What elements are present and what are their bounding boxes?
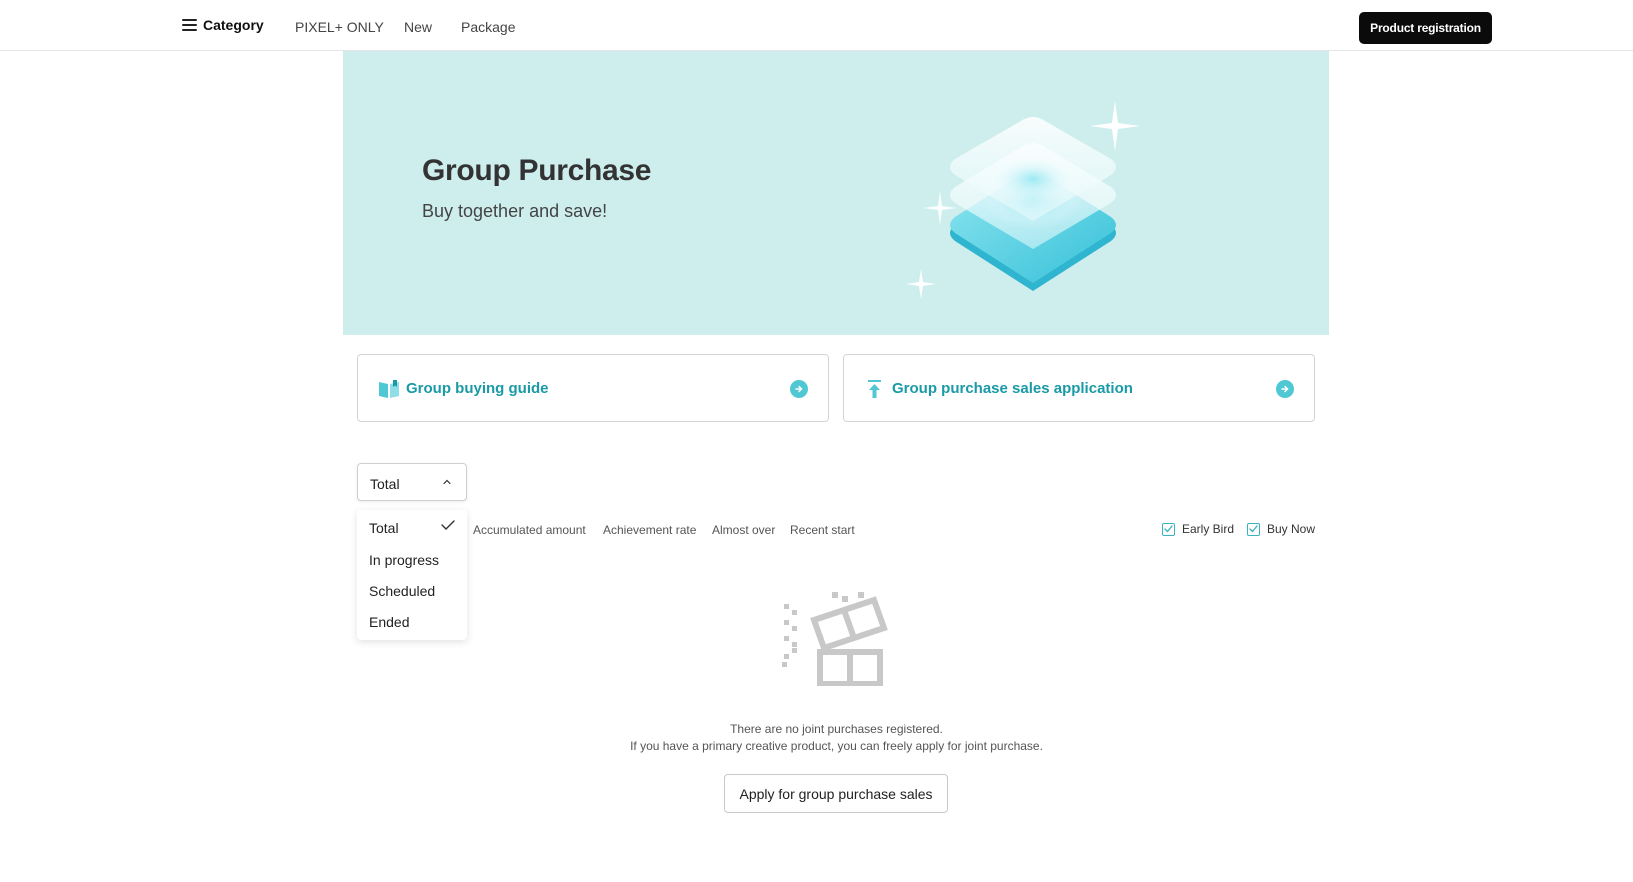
book-icon — [379, 380, 399, 398]
dropdown-option-scheduled[interactable]: Scheduled — [369, 583, 435, 599]
stacked-layers-illustration — [906, 101, 1140, 299]
group-buying-guide-card[interactable]: Group buying guide — [357, 354, 829, 422]
empty-gift-box-icon — [782, 592, 888, 686]
top-navigation-bar: Category PIXEL+ ONLY New Package Product… — [0, 0, 1633, 51]
empty-message-line-2: If you have a primary creative product, … — [630, 739, 1043, 753]
hamburger-icon — [182, 19, 197, 31]
apply-group-purchase-sales-button[interactable]: Apply for group purchase sales — [724, 774, 948, 813]
sort-almost-over[interactable]: Almost over — [712, 523, 775, 537]
empty-message-line-1: There are no joint purchases registered. — [730, 722, 943, 736]
product-registration-button[interactable]: Product registration — [1359, 12, 1492, 44]
early-bird-checkbox[interactable]: Early Bird — [1162, 522, 1234, 536]
sort-accumulated-amount[interactable]: Accumulated amount — [473, 523, 586, 537]
group-purchase-sales-application-card[interactable]: Group purchase sales application — [843, 354, 1315, 422]
nav-link-pixel-plus-only[interactable]: PIXEL+ ONLY — [295, 19, 384, 35]
group-buying-guide-label: Group buying guide — [406, 380, 549, 397]
chevron-up-icon — [443, 479, 451, 485]
group-purchase-sales-application-label: Group purchase sales application — [892, 380, 1133, 397]
checkbox-checked-icon — [1162, 522, 1175, 536]
dropdown-option-ended[interactable]: Ended — [369, 614, 409, 630]
checkbox-checked-icon — [1247, 522, 1260, 536]
early-bird-label: Early Bird — [1182, 522, 1235, 536]
status-filter-dropdown: Total In progress Scheduled Ended — [357, 510, 467, 640]
buy-now-label: Buy Now — [1267, 522, 1316, 536]
status-filter-value: Total — [370, 476, 400, 492]
category-menu-button[interactable]: Category — [182, 17, 264, 33]
arrow-right-icon — [790, 380, 808, 398]
nav-link-new[interactable]: New — [404, 19, 432, 35]
banner-subtitle: Buy together and save! — [422, 201, 608, 221]
hero-banner: Group Purchase Buy together and save! — [343, 51, 1329, 335]
checkmark-icon — [441, 520, 455, 530]
banner-title: Group Purchase — [422, 154, 652, 187]
dropdown-option-label: Total — [369, 520, 399, 536]
status-filter-select[interactable]: Total — [357, 463, 467, 501]
arrow-right-icon — [1276, 380, 1294, 398]
category-label: Category — [203, 17, 264, 33]
sort-recent-start[interactable]: Recent start — [790, 523, 855, 537]
buy-now-checkbox[interactable]: Buy Now — [1247, 522, 1315, 536]
upload-arrow-icon — [868, 380, 881, 398]
sort-achievement-rate[interactable]: Achievement rate — [603, 523, 696, 537]
nav-link-package[interactable]: Package — [461, 19, 515, 35]
dropdown-option-in-progress[interactable]: In progress — [369, 552, 439, 568]
